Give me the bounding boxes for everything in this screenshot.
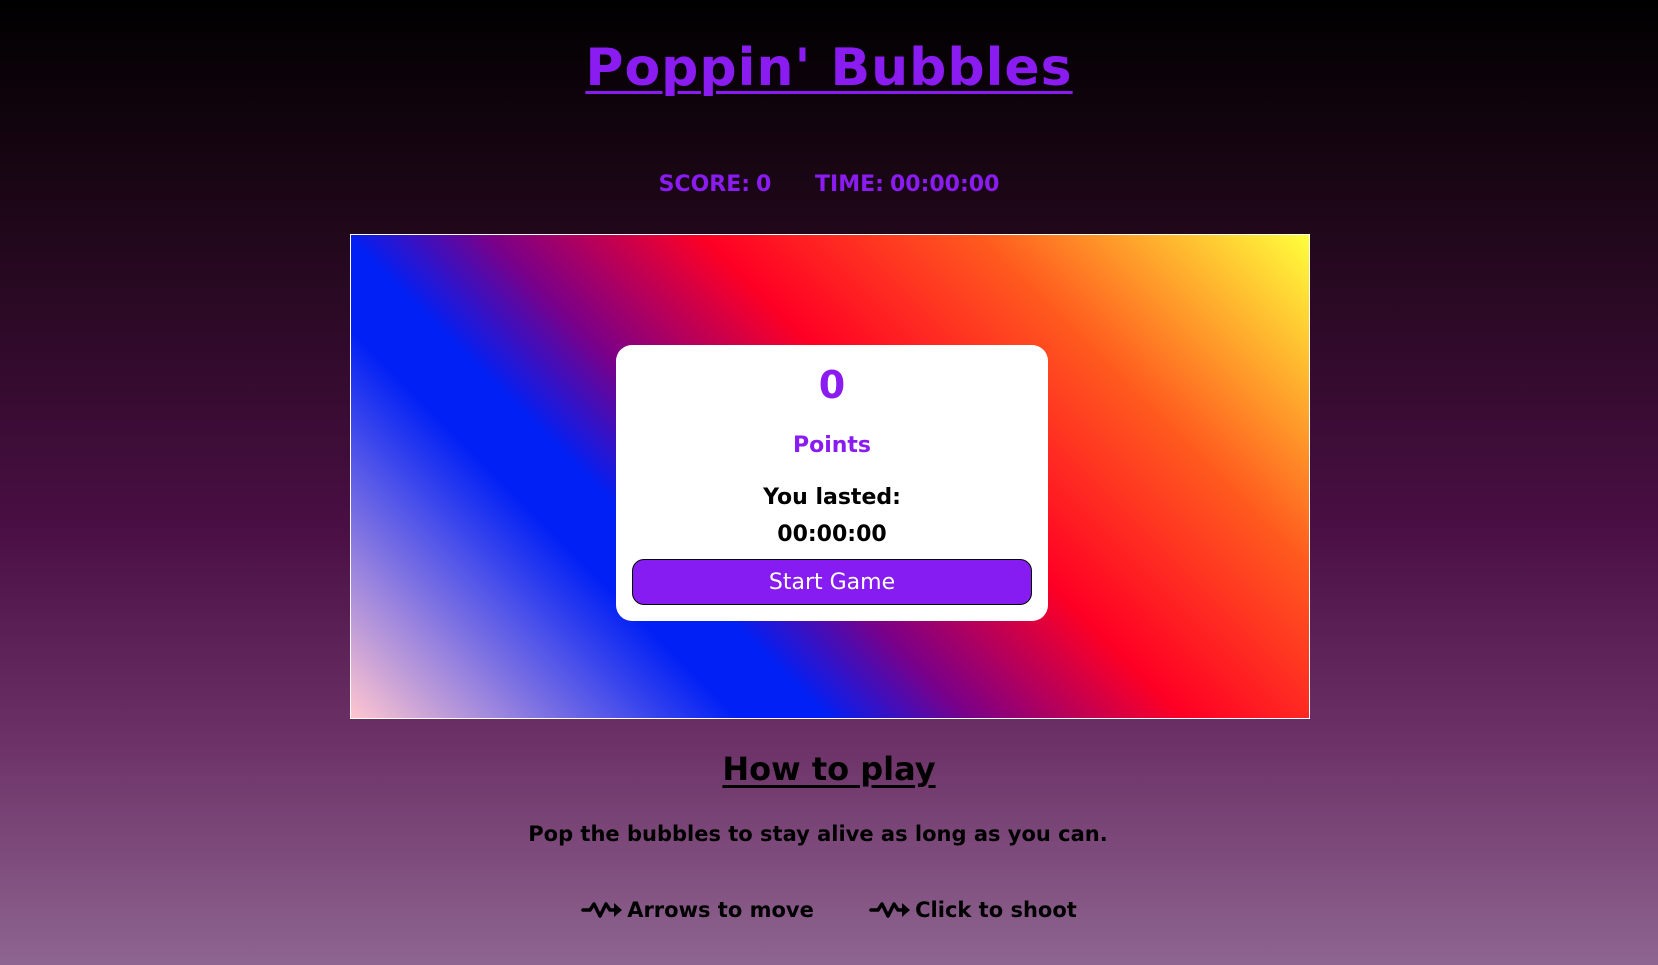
- instructions-description: Pop the bubbles to stay alive as long as…: [528, 822, 1108, 846]
- points-label: Points: [792, 433, 872, 458]
- game-title: Poppin' Bubbles: [585, 38, 1073, 98]
- score-label: SCORE:: [658, 172, 751, 197]
- control-move-label: Arrows to move: [627, 898, 814, 922]
- control-shoot: Click to shoot: [869, 898, 1077, 922]
- results-card: 0 Points You lasted: 00:00:00 Start Game: [616, 345, 1048, 621]
- zigzag-arrow-icon: [869, 902, 911, 918]
- start-game-button[interactable]: Start Game: [632, 559, 1032, 605]
- score-value: 0: [756, 172, 772, 197]
- lasted-value: 00:00:00: [777, 522, 887, 547]
- score-display: SCORE: 0: [659, 172, 772, 197]
- time-label: TIME:: [815, 172, 884, 197]
- control-shoot-label: Click to shoot: [915, 898, 1077, 922]
- time-display: TIME: 00:00:00: [815, 172, 999, 197]
- lasted-label: You lasted:: [763, 485, 901, 510]
- game-board[interactable]: 0 Points You lasted: 00:00:00 Start Game: [350, 234, 1310, 719]
- stats-bar: SCORE: 0 TIME: 00:00:00: [0, 172, 1658, 197]
- how-to-play-heading: How to play: [722, 750, 936, 788]
- zigzag-arrow-icon: [581, 902, 623, 918]
- time-value: 00:00:00: [889, 172, 1000, 197]
- control-move: Arrows to move: [581, 898, 814, 922]
- points-value: 0: [818, 363, 846, 407]
- controls-list: Arrows to move Click to shoot: [0, 898, 1658, 926]
